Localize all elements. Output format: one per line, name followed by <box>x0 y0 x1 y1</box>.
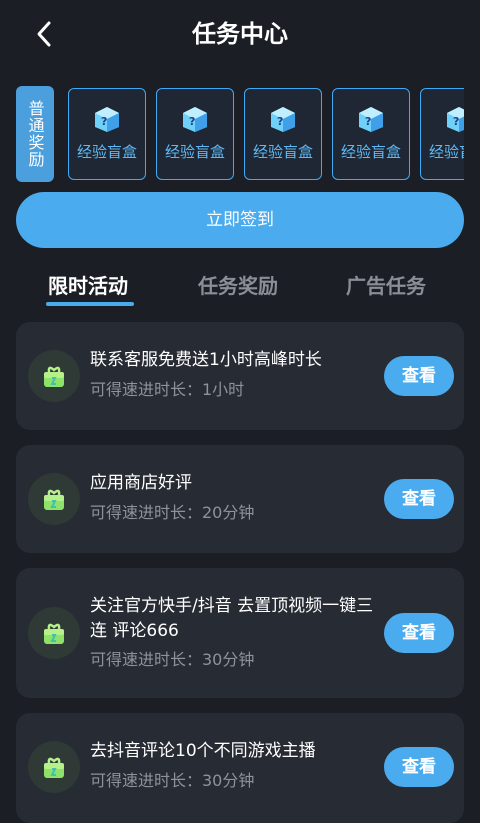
reward-strip: 普通奖励 ? 经验盲盒 ? 经验盲盒 ? 经验盲盒 ? 经验盲盒 ? 经验 <box>16 86 464 182</box>
reward-box-card[interactable]: ? 经验盲盒 <box>156 88 234 180</box>
tab-ad-tasks[interactable]: 广告任务 <box>346 270 426 299</box>
task-reward: 可得速进时长：30分钟 <box>90 650 255 669</box>
mystery-box-icon: ? <box>95 107 119 132</box>
task-card: 去抖音评论10个不同游戏主播 可得速进时长：30分钟 查看 <box>16 713 464 823</box>
reward-box-card[interactable]: ? 经验盲盒 <box>244 88 322 180</box>
task-title: 应用商店好评 <box>90 473 192 493</box>
reward-box-card[interactable]: ? 经验盲盒 <box>420 88 464 180</box>
page-title: 任务中心 <box>192 20 288 48</box>
task-reward: 可得速进时长：30分钟 <box>90 771 255 790</box>
view-button[interactable]: 查看 <box>384 613 454 653</box>
task-card: 应用商店好评 可得速进时长：20分钟 查看 <box>16 445 464 553</box>
gift-icon <box>28 350 80 402</box>
view-button[interactable]: 查看 <box>384 747 454 787</box>
task-title: 去抖音评论10个不同游戏主播 <box>90 741 316 761</box>
tab-bar: 限时活动 任务奖励 广告任务 <box>0 264 480 312</box>
svg-text:?: ? <box>365 115 371 128</box>
tab-limited-events[interactable]: 限时活动 <box>48 270 128 299</box>
gift-icon <box>28 607 80 659</box>
reward-box-label: 经验盲盒 <box>428 143 464 161</box>
mystery-box-icon: ? <box>271 107 295 132</box>
reward-box-label: 经验盲盒 <box>76 143 137 161</box>
task-reward: 可得速进时长：20分钟 <box>90 503 255 522</box>
svg-text:?: ? <box>189 115 195 128</box>
view-button[interactable]: 查看 <box>384 356 454 396</box>
tab-task-rewards[interactable]: 任务奖励 <box>198 270 278 299</box>
task-reward: 可得速进时长：1小时 <box>90 380 245 399</box>
mystery-box-icon: ? <box>359 107 383 132</box>
task-card: 联系客服免费送1小时高峰时长 可得速进时长：1小时 查看 <box>16 322 464 430</box>
mystery-box-icon: ? <box>447 107 464 132</box>
gift-icon <box>28 741 80 793</box>
task-title: 联系客服免费送1小时高峰时长 <box>90 350 322 370</box>
reward-tier-tag: 普通奖励 <box>16 86 54 182</box>
reward-box-label: 经验盲盒 <box>340 143 401 161</box>
view-button[interactable]: 查看 <box>384 479 454 519</box>
svg-text:?: ? <box>453 115 459 128</box>
svg-text:?: ? <box>101 115 107 128</box>
task-title: 关注官方快手/抖音 去置顶视频一键三连 评论666 <box>90 596 374 641</box>
reward-tier-label: 普通奖励 <box>25 100 45 168</box>
header: 任务中心 <box>0 0 480 70</box>
reward-box-label: 经验盲盒 <box>164 143 225 161</box>
mystery-box-icon: ? <box>183 107 207 132</box>
reward-box-card[interactable]: ? 经验盲盒 <box>68 88 146 180</box>
checkin-button[interactable]: 立即签到 <box>16 192 464 248</box>
reward-box-list: ? 经验盲盒 ? 经验盲盒 ? 经验盲盒 ? 经验盲盒 ? 经验 <box>68 86 464 182</box>
active-tab-indicator <box>46 302 134 306</box>
reward-box-card[interactable]: ? 经验盲盒 <box>332 88 410 180</box>
task-card: 关注官方快手/抖音 去置顶视频一键三连 评论666 可得速进时长：30分钟 查看 <box>16 568 464 698</box>
svg-text:?: ? <box>277 115 283 128</box>
reward-box-label: 经验盲盒 <box>252 143 313 161</box>
gift-icon <box>28 473 80 525</box>
